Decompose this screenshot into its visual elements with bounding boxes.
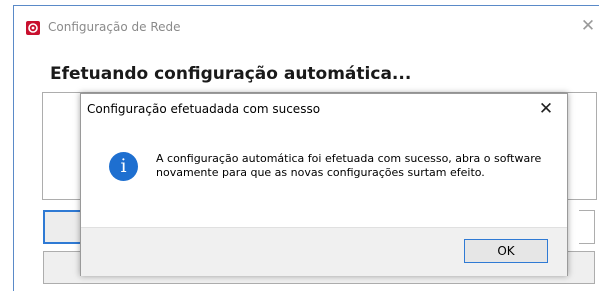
dialog-title: Configuração efetuadada com sucesso	[87, 102, 321, 116]
window-close-icon[interactable]: ✕	[576, 14, 599, 38]
background-panel-edge	[579, 210, 595, 244]
app-logo-icon	[26, 21, 40, 35]
info-icon-glyph: i	[120, 155, 127, 177]
window-titlebar: Configuração de Rede ✕	[14, 6, 599, 50]
page-heading: Efetuando configuração automática...	[50, 64, 412, 84]
dialog-close-icon[interactable]: ✕	[535, 98, 557, 120]
success-dialog: Configuração efetuadada com sucesso ✕ i …	[80, 93, 568, 276]
ok-button[interactable]: OK	[464, 239, 548, 263]
info-icon: i	[109, 152, 138, 181]
window-title: Configuração de Rede	[48, 20, 181, 34]
dialog-footer: OK	[81, 227, 567, 276]
dialog-message: A configuração automática foi efetuada c…	[156, 152, 542, 179]
